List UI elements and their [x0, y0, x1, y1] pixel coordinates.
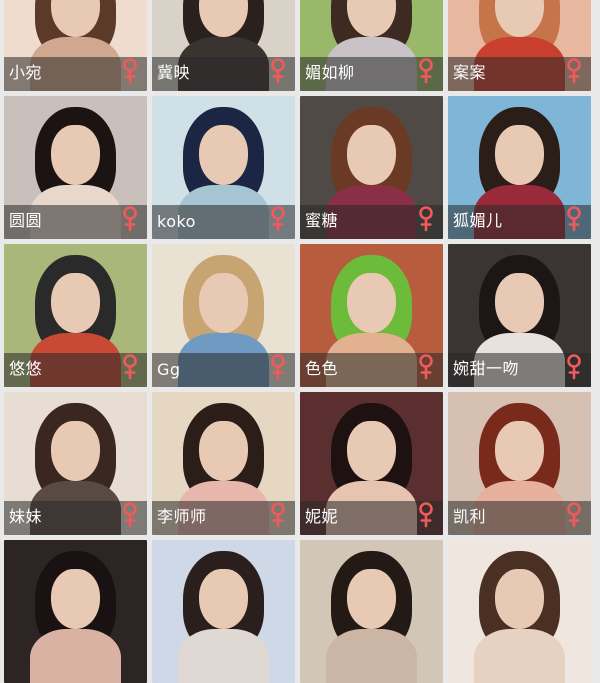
name-overlay: 妮妮	[300, 501, 443, 535]
female-icon	[419, 502, 433, 528]
photo-face-shape	[347, 272, 396, 333]
female-icon	[271, 206, 285, 232]
name-overlay: 案案	[448, 57, 591, 91]
photo-face-shape	[347, 124, 396, 185]
name-overlay: 凯利	[448, 501, 591, 535]
photo-face-shape	[495, 272, 544, 333]
profile-card[interactable]: 蜜糖	[300, 96, 443, 239]
name-overlay: 色色	[300, 353, 443, 387]
name-overlay: 蜜糖	[300, 205, 443, 239]
profile-name: 婉甜一吻	[453, 359, 520, 378]
profile-card[interactable]: 狐媚儿	[448, 96, 591, 239]
profile-card[interactable]: 李师师	[152, 392, 295, 535]
name-overlay: 小宛	[4, 57, 147, 91]
profile-name: 蜜糖	[305, 211, 339, 230]
profile-card[interactable]: 凯利	[448, 392, 591, 535]
photo-face-shape	[51, 568, 100, 629]
profile-card[interactable]: 冀映	[152, 0, 295, 91]
female-icon	[123, 206, 137, 232]
female-icon	[123, 502, 137, 528]
name-overlay: 冀映	[152, 57, 295, 91]
profile-card[interactable]	[300, 540, 443, 683]
profile-name: 小宛	[9, 63, 43, 82]
name-overlay: Gg	[152, 353, 295, 387]
photo-face-shape	[199, 568, 248, 629]
profile-name: 冀映	[157, 63, 191, 82]
profile-card[interactable]: koko	[152, 96, 295, 239]
profile-name: 凯利	[453, 507, 487, 526]
name-overlay: koko	[152, 205, 295, 239]
profile-photo	[4, 540, 147, 683]
profile-name: 狐媚儿	[453, 211, 503, 230]
profile-card[interactable]: 悠悠	[4, 244, 147, 387]
profile-grid: 小宛 冀映 媚如柳 案案圆圆 koko 蜜糖 狐媚儿悠悠 Gg 色色 婉甜一吻妹妹 李师师 妮妮 凯利	[0, 0, 600, 683]
profile-name: 媚如柳	[305, 63, 355, 82]
profile-card[interactable]: 妹妹	[4, 392, 147, 535]
name-overlay: 妹妹	[4, 501, 147, 535]
female-icon	[567, 502, 581, 528]
profile-card[interactable]	[152, 540, 295, 683]
profile-name: 圆圆	[9, 211, 43, 230]
photo-face-shape	[495, 420, 544, 481]
profile-card[interactable]: 案案	[448, 0, 591, 91]
profile-card[interactable]: 媚如柳	[300, 0, 443, 91]
female-icon	[419, 354, 433, 380]
profile-card[interactable]: 妮妮	[300, 392, 443, 535]
photo-body-shape	[325, 628, 418, 683]
name-overlay: 狐媚儿	[448, 205, 591, 239]
profile-name: 案案	[453, 63, 487, 82]
female-icon	[419, 206, 433, 232]
profile-card[interactable]: 婉甜一吻	[448, 244, 591, 387]
profile-photo	[300, 540, 443, 683]
profile-name: 妮妮	[305, 507, 339, 526]
profile-card[interactable]: 圆圆	[4, 96, 147, 239]
photo-body-shape	[473, 628, 566, 683]
name-overlay: 婉甜一吻	[448, 353, 591, 387]
profile-card[interactable]: Gg	[152, 244, 295, 387]
female-icon	[567, 206, 581, 232]
name-overlay: 李师师	[152, 501, 295, 535]
profile-name: koko	[157, 212, 196, 231]
female-icon	[123, 58, 137, 84]
photo-face-shape	[347, 420, 396, 481]
female-icon	[271, 58, 285, 84]
profile-name: 李师师	[157, 507, 207, 526]
profile-card[interactable]	[4, 540, 147, 683]
female-icon	[419, 58, 433, 84]
profile-name: 妹妹	[9, 507, 43, 526]
photo-face-shape	[199, 420, 248, 481]
photo-face-shape	[199, 272, 248, 333]
female-icon	[567, 354, 581, 380]
photo-body-shape	[29, 628, 122, 683]
photo-face-shape	[199, 124, 248, 185]
profile-card[interactable]: 色色	[300, 244, 443, 387]
photo-face-shape	[51, 420, 100, 481]
female-icon	[123, 354, 137, 380]
profile-name: 悠悠	[9, 359, 43, 378]
female-icon	[271, 502, 285, 528]
profile-card[interactable]	[448, 540, 591, 683]
name-overlay: 媚如柳	[300, 57, 443, 91]
photo-face-shape	[51, 124, 100, 185]
name-overlay: 悠悠	[4, 353, 147, 387]
profile-name: 色色	[305, 359, 339, 378]
female-icon	[271, 354, 285, 380]
profile-card[interactable]: 小宛	[4, 0, 147, 91]
name-overlay: 圆圆	[4, 205, 147, 239]
photo-face-shape	[347, 568, 396, 629]
photo-face-shape	[495, 124, 544, 185]
profile-photo	[448, 540, 591, 683]
profile-photo	[152, 540, 295, 683]
photo-face-shape	[51, 272, 100, 333]
female-icon	[567, 58, 581, 84]
photo-body-shape	[177, 628, 270, 683]
profile-name: Gg	[157, 360, 181, 379]
photo-face-shape	[495, 568, 544, 629]
